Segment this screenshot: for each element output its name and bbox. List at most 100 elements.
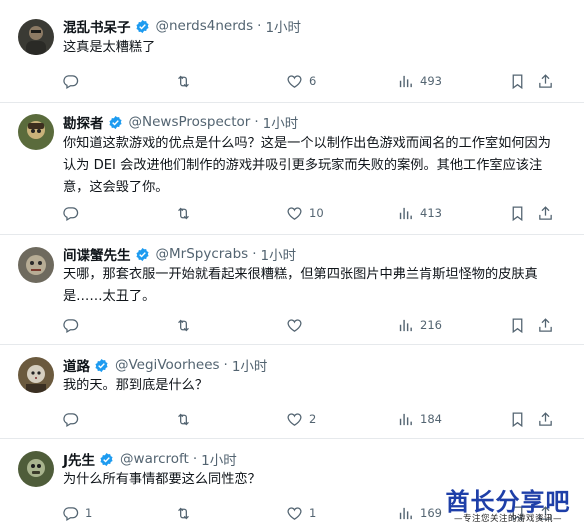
bookmark-icon	[512, 73, 523, 89]
action-count: 2	[309, 412, 317, 426]
views-icon	[399, 507, 412, 519]
user-handle[interactable]: @nerds4nerds	[156, 18, 254, 34]
action-count: 216	[420, 318, 442, 332]
action-count: 413	[420, 206, 442, 220]
like-icon	[287, 412, 302, 426]
reply-tweet[interactable]: 道路 @VegiVoorhees · 1小时 我的天。那到底是什么？ 2 184	[0, 345, 584, 439]
action-bar: 2 184	[0, 408, 584, 430]
verified-badge-icon	[94, 358, 109, 373]
avatar[interactable]	[18, 114, 54, 150]
reply-button[interactable]: 1	[62, 502, 92, 524]
display-name[interactable]: 道路	[63, 355, 90, 375]
reply-icon	[63, 412, 79, 427]
action-count: 184	[420, 412, 442, 426]
retweet-button[interactable]	[175, 408, 198, 430]
bookmark-button[interactable]	[509, 70, 526, 92]
separator-dot: ·	[192, 451, 198, 467]
retweet-button[interactable]	[175, 502, 198, 524]
display-name[interactable]: 间谍蟹先生	[63, 244, 131, 264]
views-button[interactable]: 413	[397, 202, 442, 224]
share-button[interactable]	[537, 314, 554, 336]
like-button[interactable]: 6	[286, 70, 316, 92]
reply-tweet[interactable]: 间谍蟹先生 @MrSpycrabs · 1小时 天哪，那套衣服一开始就看起来很糟…	[0, 235, 584, 345]
action-count: 493	[420, 74, 442, 88]
watermark-subtitle: —专注您关注的游戏资讯—	[453, 514, 562, 524]
like-button[interactable]: 1	[286, 502, 316, 524]
avatar[interactable]	[18, 451, 54, 487]
action-bar: 6 493	[0, 70, 584, 92]
views-button[interactable]: 216	[397, 314, 442, 336]
reply-feed: 混乱书呆子 @nerds4nerds · 1小时 这真是太糟糕了 6 493 勘…	[0, 0, 584, 528]
tweet-text: 这真是太糟糕了	[63, 40, 156, 55]
share-icon	[539, 411, 552, 426]
bookmark-icon	[512, 411, 523, 427]
user-handle[interactable]: @NewsProspector	[129, 114, 251, 130]
views-icon	[399, 75, 412, 87]
views-icon	[399, 319, 412, 331]
like-button[interactable]: 2	[286, 408, 316, 430]
timestamp[interactable]: 1小时	[201, 449, 237, 469]
share-button[interactable]	[537, 202, 554, 224]
share-button[interactable]	[537, 408, 554, 430]
like-icon	[287, 74, 302, 88]
timestamp[interactable]: 1小时	[265, 16, 301, 36]
reply-button[interactable]	[62, 202, 85, 224]
share-icon	[539, 317, 552, 332]
bookmark-button[interactable]	[509, 314, 526, 336]
share-button[interactable]	[537, 70, 554, 92]
reply-button[interactable]	[62, 408, 85, 430]
verified-badge-icon	[135, 19, 150, 34]
separator-dot: ·	[254, 114, 259, 130]
like-button[interactable]: 10	[286, 202, 324, 224]
display-name[interactable]: 混乱书呆子	[63, 16, 131, 36]
retweet-button[interactable]	[175, 202, 198, 224]
avatar[interactable]	[18, 247, 54, 283]
verified-badge-icon	[135, 247, 150, 262]
like-icon	[287, 318, 302, 332]
action-count: 6	[309, 74, 317, 88]
action-count: 10	[309, 206, 324, 220]
reply-icon	[63, 506, 79, 521]
separator-dot: ·	[252, 246, 257, 262]
avatar[interactable]	[18, 357, 54, 393]
tweet-text: 天哪，那套衣服一开始就看起来很糟糕，但第四张图片中弗兰肯斯坦怪物的皮肤真是……太…	[63, 267, 538, 304]
like-icon	[287, 506, 302, 520]
views-button[interactable]: 493	[397, 70, 442, 92]
retweet-button[interactable]	[175, 314, 198, 336]
bookmark-button[interactable]	[509, 202, 526, 224]
user-handle[interactable]: @MrSpycrabs	[156, 246, 249, 262]
tweet-text: 我的天。那到底是什么？	[63, 378, 209, 393]
reply-tweet[interactable]: 混乱书呆子 @nerds4nerds · 1小时 这真是太糟糕了 6 493	[0, 0, 584, 103]
retweet-button[interactable]	[175, 70, 198, 92]
display-name[interactable]: 勘探者	[63, 112, 104, 132]
reply-icon	[63, 206, 79, 221]
share-icon	[539, 205, 552, 220]
bookmark-icon	[512, 317, 523, 333]
views-button[interactable]: 184	[397, 408, 442, 430]
action-bar: 216	[0, 314, 584, 336]
bookmark-icon	[512, 205, 523, 221]
reply-icon	[63, 318, 79, 333]
retweet-icon	[178, 75, 189, 87]
like-button[interactable]	[286, 314, 309, 336]
tweet-text: 你知道这款游戏的优点是什么吗？这是一个以制作出色游戏而闻名的工作室如何因为认为 …	[63, 136, 551, 195]
retweet-icon	[178, 319, 189, 331]
reply-tweet[interactable]: 勘探者 @NewsProspector · 1小时 你知道这款游戏的优点是什么吗…	[0, 103, 584, 235]
separator-dot: ·	[257, 18, 262, 34]
user-handle[interactable]: @VegiVoorhees	[115, 357, 220, 373]
reply-button[interactable]	[62, 70, 85, 92]
reply-button[interactable]	[62, 314, 85, 336]
like-icon	[287, 206, 302, 220]
verified-badge-icon	[108, 115, 123, 130]
views-icon	[399, 413, 412, 425]
site-watermark: 酋长分享吧 —专注您关注的游戏资讯—	[434, 482, 582, 526]
avatar[interactable]	[18, 19, 54, 55]
timestamp[interactable]: 1小时	[260, 244, 296, 264]
user-handle[interactable]: @warcroft	[120, 451, 189, 467]
bookmark-button[interactable]	[509, 408, 526, 430]
share-icon	[539, 73, 552, 88]
action-count: 1	[309, 506, 317, 520]
display-name[interactable]: J先生	[63, 449, 95, 469]
timestamp[interactable]: 1小时	[232, 355, 268, 375]
timestamp[interactable]: 1小时	[263, 112, 299, 132]
